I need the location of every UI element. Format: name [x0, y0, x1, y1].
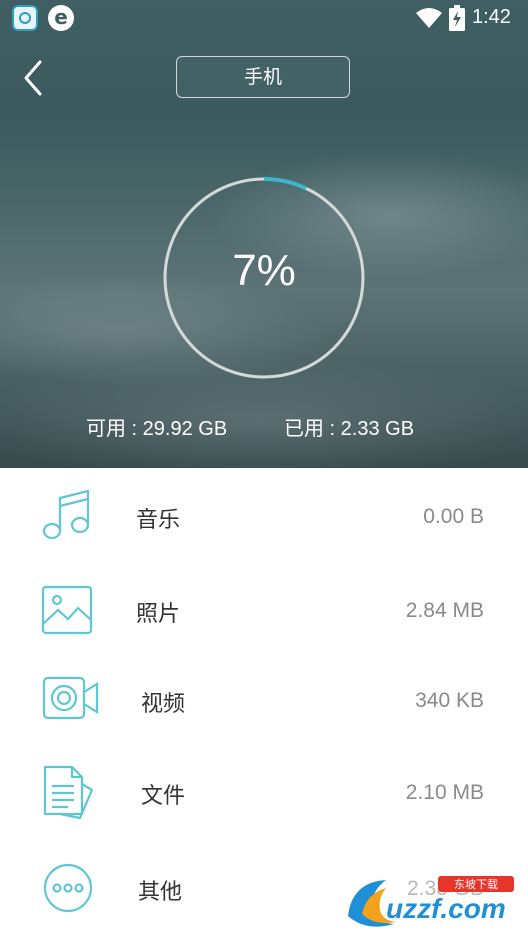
category-label: 音乐: [136, 508, 181, 533]
used-storage: 已用 : 2.33 GB: [284, 418, 415, 440]
music-icon: [42, 489, 90, 540]
back-button[interactable]: [16, 56, 52, 100]
clock: 1:42: [472, 6, 511, 28]
clean-app-icon: [12, 5, 38, 31]
document-icon: [43, 765, 94, 820]
category-label: 其他: [138, 880, 183, 905]
category-row-photos[interactable]: 照片 2.84 MB: [0, 562, 528, 657]
watermark-logo: 东坡下载 uzzf.com: [348, 876, 514, 927]
chevron-left-icon: [24, 60, 42, 96]
category-row-files[interactable]: 文件 2.10 MB: [0, 742, 528, 841]
category-label: 照片: [136, 602, 181, 627]
category-row-videos[interactable]: 视频 340 KB: [0, 656, 528, 743]
photo-icon: [41, 585, 93, 635]
ring-progress-arc: [263, 177, 308, 191]
watermark-tagline: 东坡下载: [454, 878, 498, 891]
category-size: 340 KB: [415, 689, 484, 712]
available-storage: 可用 : 29.92 GB: [86, 418, 228, 440]
video-icon: [42, 676, 99, 720]
e-app-icon: e: [48, 5, 74, 31]
storage-header-panel: e 1:42 手机 7% 可用 : 29.92 GB 已用 : 2.33 GB: [0, 0, 528, 468]
wifi-icon: [416, 8, 442, 28]
category-size: 2.84 MB: [405, 599, 484, 622]
watermark-brand: uzzf.com: [386, 893, 506, 924]
device-selector-button[interactable]: 手机: [176, 56, 350, 98]
status-bar: e 1:42: [0, 0, 528, 38]
category-row-music[interactable]: 音乐 0.00 B: [0, 468, 528, 563]
category-size: 2.10 MB: [405, 781, 484, 804]
category-label: 文件: [141, 784, 186, 809]
category-label: 视频: [141, 692, 186, 717]
battery-charging-icon: [449, 5, 465, 31]
more-icon: [43, 863, 93, 913]
usage-percent: 7%: [232, 246, 296, 295]
category-size: 0.00 B: [423, 505, 484, 528]
